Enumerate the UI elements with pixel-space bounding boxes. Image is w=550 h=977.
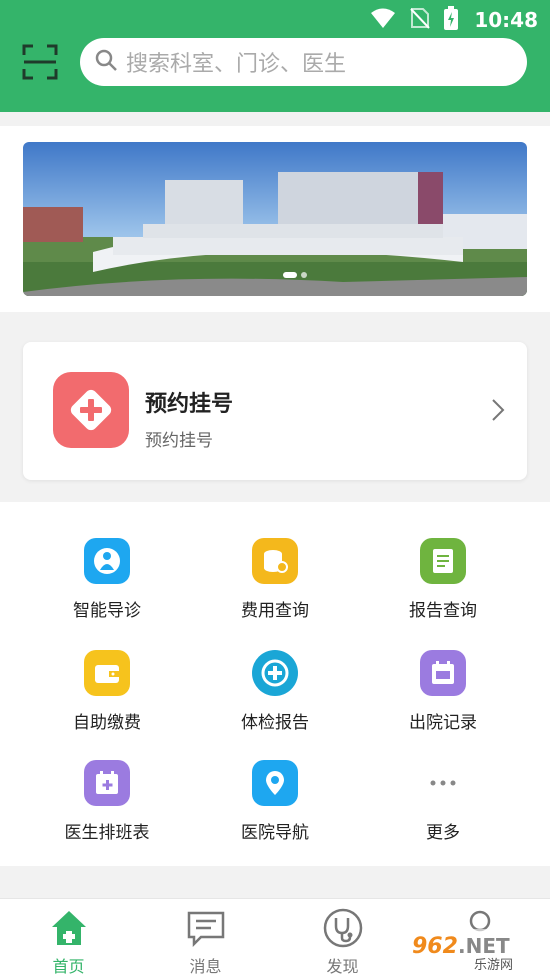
grid-item-hospital-navigation[interactable]: 医院导航	[191, 760, 359, 860]
grid-item-discharge-record[interactable]: 出院记录	[359, 650, 527, 750]
search-icon	[94, 48, 118, 76]
appointment-plus-icon	[53, 372, 129, 448]
battery-icon	[444, 6, 459, 34]
grid-label: 出院记录	[409, 713, 477, 733]
grid-label: 体检报告	[241, 713, 309, 733]
message-icon	[185, 907, 227, 949]
svg-text:乐游网: 乐游网	[474, 958, 513, 973]
stethoscope-icon	[322, 907, 364, 949]
nav-discover[interactable]: 发现	[274, 899, 411, 977]
chevron-right-icon	[491, 398, 505, 426]
grid-item-fee-query[interactable]: 费用查询	[191, 538, 359, 638]
grid-item-doctor-schedule[interactable]: 医生排班表	[23, 760, 191, 860]
banner-dot-active[interactable]	[283, 272, 297, 278]
svg-text:962: 962	[412, 934, 458, 959]
grid-label: 更多	[426, 823, 460, 843]
grid-item-smart-guide[interactable]: 智能导诊	[23, 538, 191, 638]
banner-section	[0, 126, 550, 312]
smart-guide-icon	[84, 538, 130, 584]
grid-label: 报告查询	[409, 601, 477, 621]
checkup-report-icon	[252, 650, 298, 696]
service-grid: 智能导诊 费用查询 报告查询 自助缴费 体检报告 出院记录 医生排班表 医院导航…	[0, 502, 550, 866]
wallet-icon	[84, 650, 130, 696]
grid-item-checkup-report[interactable]: 体检报告	[191, 650, 359, 750]
nav-label-discover: 发现	[326, 957, 359, 976]
search-input[interactable]: 搜索科室、门诊、医生	[80, 38, 527, 86]
svg-text:.NET: .NET	[458, 934, 510, 958]
grid-label: 医院导航	[241, 823, 309, 843]
appointment-section: 预约挂号 预约挂号	[0, 326, 550, 488]
grid-item-more[interactable]: 更多	[359, 760, 527, 860]
scan-icon[interactable]	[22, 44, 58, 80]
grid-item-report-query[interactable]: 报告查询	[359, 538, 527, 638]
status-time: 10:48	[474, 8, 538, 32]
fee-query-icon	[252, 538, 298, 584]
home-icon	[48, 907, 90, 949]
banner-pagination	[283, 272, 307, 278]
banner-dot[interactable]	[301, 272, 307, 278]
nav-label-messages: 消息	[189, 957, 222, 976]
grid-item-self-payment[interactable]: 自助缴费	[23, 650, 191, 750]
appointment-card[interactable]: 预约挂号 预约挂号	[23, 342, 527, 480]
nav-home[interactable]: 首页	[0, 899, 137, 977]
site-watermark-logo: 962 .NET 乐游网	[406, 925, 546, 973]
grid-label: 医生排班表	[64, 823, 150, 843]
report-query-icon	[420, 538, 466, 584]
discharge-record-icon	[420, 650, 466, 696]
bottom-nav: 首页 消息 发现 962 .NET 乐游网	[0, 898, 550, 977]
doctor-schedule-icon	[84, 760, 130, 806]
grid-label: 自助缴费	[73, 713, 141, 733]
hospital-banner-image[interactable]	[23, 142, 527, 296]
grid-label: 智能导诊	[73, 601, 141, 621]
location-pin-icon	[252, 760, 298, 806]
wifi-icon	[370, 7, 396, 33]
top-header: 10:48 搜索科室、门诊、医生	[0, 0, 550, 112]
no-sim-icon	[410, 7, 431, 33]
search-placeholder: 搜索科室、门诊、医生	[126, 52, 347, 77]
more-icon	[420, 760, 466, 806]
grid-label: 费用查询	[241, 601, 309, 621]
nav-messages[interactable]: 消息	[137, 899, 274, 977]
nav-label-home: 首页	[52, 957, 85, 976]
status-bar: 10:48	[0, 0, 550, 38]
appointment-subtitle: 预约挂号	[145, 431, 213, 451]
appointment-title: 预约挂号	[145, 392, 234, 417]
